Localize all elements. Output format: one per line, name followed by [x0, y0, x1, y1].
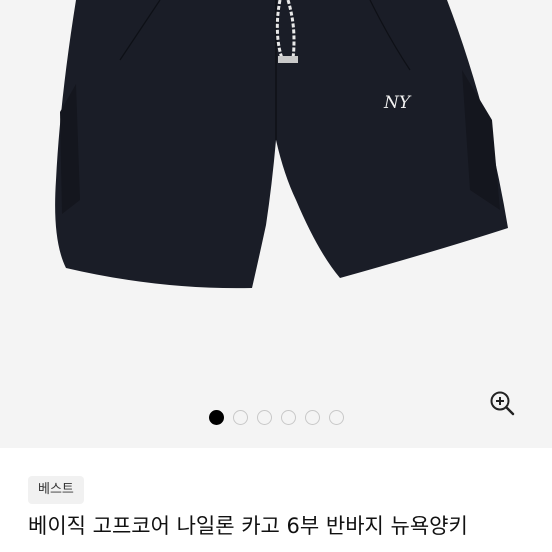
ny-logo: NY	[383, 93, 412, 113]
product-image-gallery[interactable]: NY	[0, 0, 552, 448]
product-image: NY	[55, 0, 508, 289]
gallery-dot[interactable]	[304, 410, 320, 425]
gallery-pagination	[0, 410, 552, 425]
gallery-dot[interactable]	[280, 410, 296, 425]
shorts-body	[55, 0, 508, 289]
best-badge: 베스트	[28, 476, 84, 504]
gallery-dot[interactable]	[232, 410, 248, 425]
gallery-dot[interactable]	[256, 410, 272, 425]
product-info: 베스트 베이직 고프코어 나일론 카고 6부 반바지 뉴욕양키	[0, 448, 552, 552]
product-title: 베이직 고프코어 나일론 카고 6부 반바지 뉴욕양키	[28, 514, 468, 538]
gallery-dot[interactable]	[328, 410, 344, 425]
gallery-dot[interactable]	[208, 410, 224, 425]
